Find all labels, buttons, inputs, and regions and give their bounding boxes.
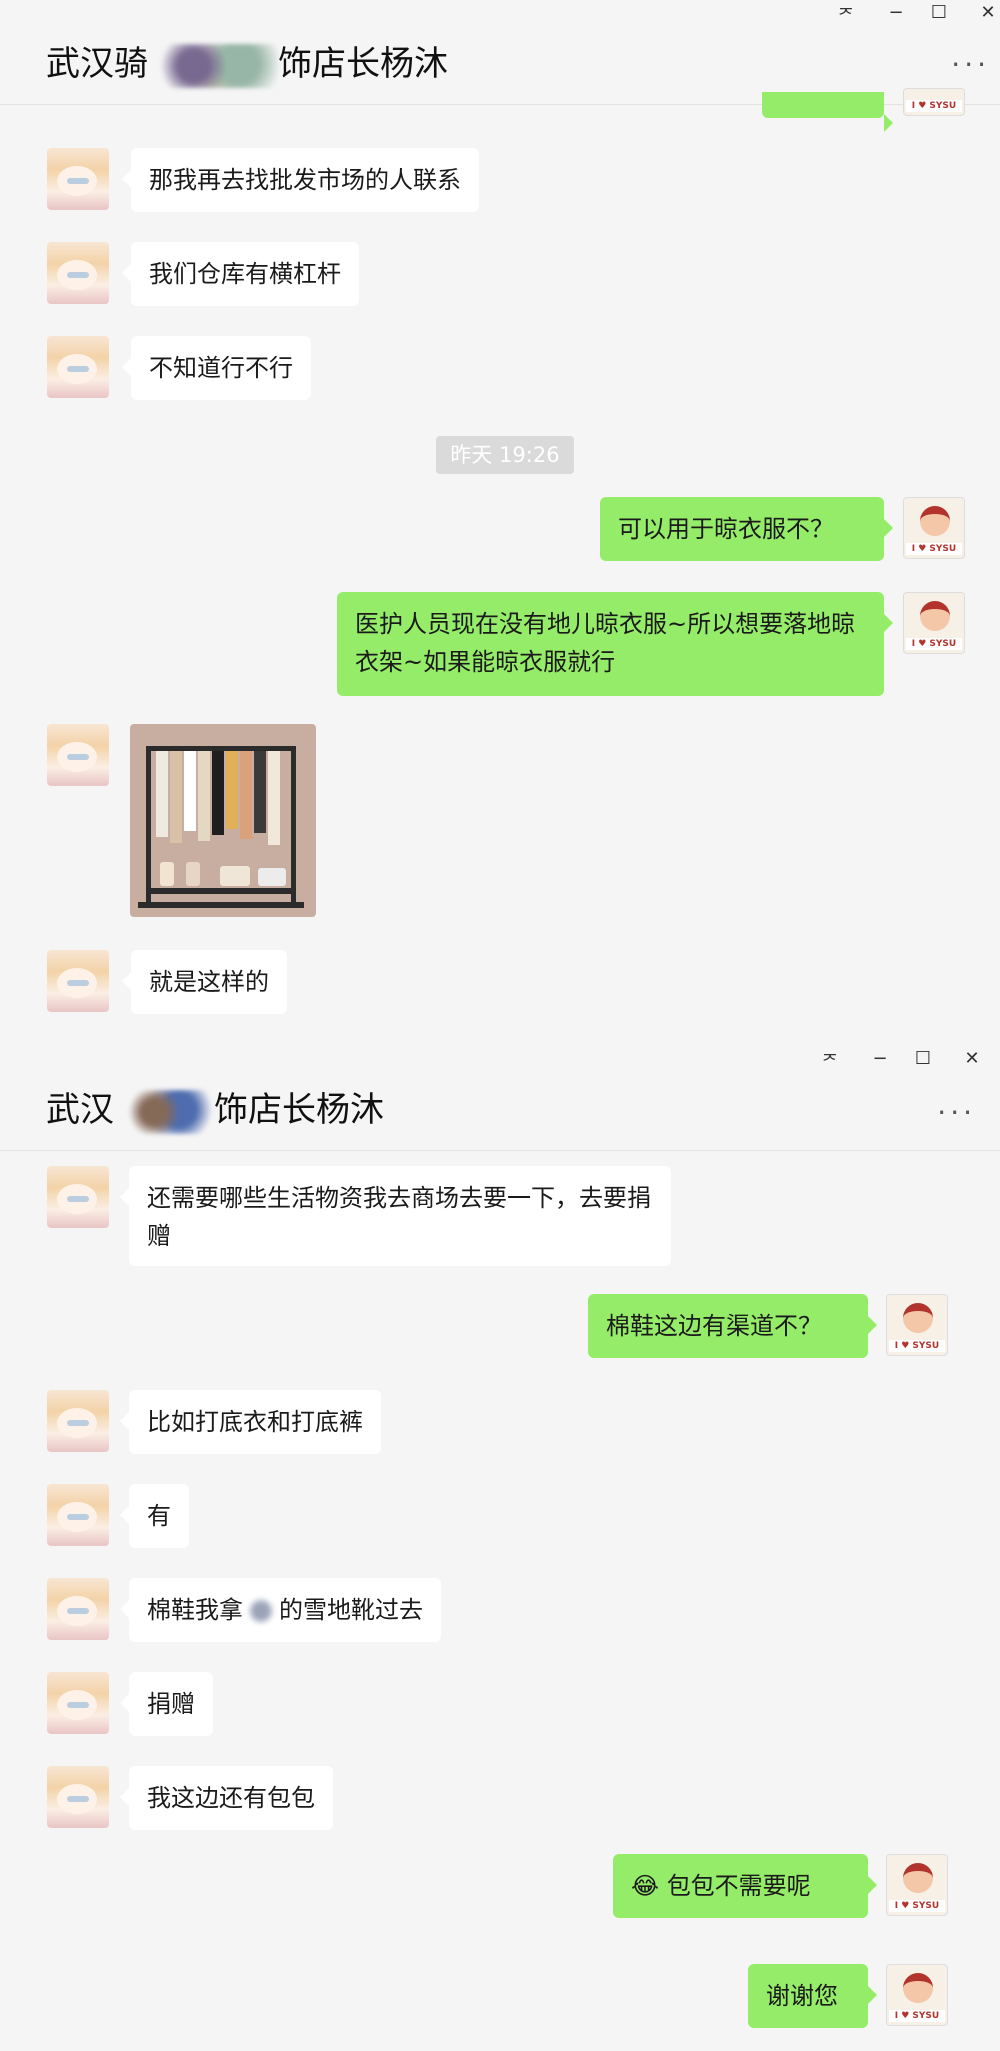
message-bubble[interactable]: 有 (120, 1484, 189, 1548)
message-text: 捐赠 (147, 1690, 195, 1718)
close-icon[interactable]: ✕ (960, 1048, 984, 1069)
close-icon[interactable]: ✕ (976, 2, 1000, 23)
avatar[interactable]: I ♥ SYSU (886, 1964, 948, 2026)
avatar[interactable] (47, 1390, 109, 1452)
message-text: 有 (147, 1502, 171, 1530)
avatar[interactable] (47, 1166, 109, 1228)
more-menu-icon[interactable]: ··· (937, 1096, 976, 1129)
avatar[interactable] (47, 1578, 109, 1640)
avatar-face (920, 506, 950, 536)
message-bubble[interactable]: 😂 包包不需要呢 (613, 1854, 877, 1918)
avatar-face (920, 601, 950, 631)
message-bubble[interactable]: 谢谢您 (748, 1964, 877, 2028)
message-bubble[interactable]: 那我再去找批发市场的人联系 (122, 148, 479, 212)
message-bubble[interactable]: 就是这样的 (122, 950, 287, 1014)
message-text: 😂 包包不需要呢 (631, 1872, 811, 1900)
avatar[interactable]: I ♥ SYSU (903, 497, 965, 559)
message-text: 医护人员现在没有地儿晾衣服~所以想要落地晾衣架~如果能晾衣服就行 (355, 610, 856, 676)
chat-header: 武汉骑 饰店长杨沐 ᅎ − ☐ ✕ ··· (0, 0, 1000, 105)
message-bubble[interactable]: 捐赠 (120, 1672, 213, 1736)
message-bubble[interactable]: 不知道行不行 (122, 336, 311, 400)
title-suffix: 饰店长杨沐 (278, 44, 448, 84)
message-text: 比如打底衣和打底裤 (147, 1408, 363, 1436)
message-text: 可以用于晾衣服不？ (618, 515, 834, 543)
redacted-blur (148, 43, 278, 88)
title-prefix: 武汉骑 (46, 44, 148, 84)
chat-window-1: 武汉骑 饰店长杨沐 ᅎ − ☐ ✕ ··· I ♥ SYSU 那我再去找批发市场的… (0, 0, 1000, 1032)
minimize-icon[interactable]: − (868, 1048, 892, 1069)
chat-title: 武汉骑 饰店长杨沐 (46, 36, 448, 88)
title-suffix: 饰店长杨沐 (214, 1090, 384, 1130)
avatar[interactable]: I ♥ SYSU (903, 592, 965, 654)
redacted-blur (114, 1089, 214, 1134)
avatar-face (903, 1973, 933, 2003)
message-text: 那我再去找批发市场的人联系 (149, 166, 461, 194)
message-bubble[interactable]: 医护人员现在没有地儿晾衣服~所以想要落地晾衣架~如果能晾衣服就行 (337, 592, 893, 696)
redacted-blur (243, 1596, 279, 1626)
avatar[interactable] (47, 148, 109, 210)
message-bubble[interactable]: 我这边还有包包 (120, 1766, 333, 1830)
pin-icon[interactable]: ᅎ (834, 2, 858, 28)
avatar-face (903, 1863, 933, 1893)
chat-title: 武汉 饰店长杨沐 (46, 1082, 384, 1134)
avatar[interactable] (47, 242, 109, 304)
avatar[interactable] (47, 1766, 109, 1828)
message-bubble[interactable]: 棉鞋我拿 的雪地靴过去 (120, 1578, 441, 1642)
message-text: 谢谢您 (766, 1982, 838, 2010)
maximize-icon[interactable]: ☐ (911, 1048, 935, 1069)
minimize-icon[interactable]: − (884, 2, 908, 23)
message-bubble-partial (762, 92, 893, 132)
avatar[interactable] (47, 950, 109, 1012)
message-text: 棉鞋这边有渠道不？ (606, 1312, 822, 1340)
message-text: 我们仓库有横杠杆 (149, 260, 341, 288)
maximize-icon[interactable]: ☐ (927, 2, 951, 23)
chat-header: 武汉 饰店长杨沐 ᅎ − ☐ ✕ ··· (0, 1032, 1000, 1151)
avatar[interactable] (47, 1672, 109, 1734)
clothes-rack-photo[interactable] (130, 724, 316, 917)
avatar[interactable]: I ♥ SYSU (886, 1854, 948, 1916)
message-bubble[interactable]: 我们仓库有横杠杆 (122, 242, 359, 306)
avatar[interactable]: I ♥ SYSU (903, 88, 965, 116)
message-bubble[interactable]: 棉鞋这边有渠道不？ (588, 1294, 877, 1358)
title-prefix: 武汉 (46, 1090, 114, 1130)
chat-window-2: 武汉 饰店长杨沐 ᅎ − ☐ ✕ ··· 还需要哪些生活物资我去商场去要一下，去要… (0, 1032, 1000, 2051)
timestamp: 昨天 19:26 (436, 436, 574, 474)
message-bubble[interactable]: 可以用于晾衣服不？ (600, 497, 893, 561)
avatar[interactable] (47, 336, 109, 398)
avatar[interactable]: I ♥ SYSU (886, 1294, 948, 1356)
avatar[interactable] (47, 1484, 109, 1546)
message-text: 不知道行不行 (149, 354, 293, 382)
avatar-face (903, 1303, 933, 1333)
message-text: 就是这样的 (149, 968, 269, 996)
message-text: 我这边还有包包 (147, 1784, 315, 1812)
laughing-emoji-icon: 😂 (631, 1872, 660, 1900)
avatar[interactable] (47, 724, 109, 786)
message-text: 棉鞋我拿 的雪地靴过去 (147, 1596, 423, 1626)
message-bubble[interactable]: 比如打底衣和打底裤 (120, 1390, 381, 1454)
more-menu-icon[interactable]: ··· (951, 48, 990, 81)
message-bubble[interactable]: 还需要哪些生活物资我去商场去要一下，去要捐赠 (120, 1166, 671, 1266)
message-text: 还需要哪些生活物资我去商场去要一下，去要捐赠 (147, 1184, 651, 1250)
pin-icon[interactable]: ᅎ (818, 1048, 842, 1074)
